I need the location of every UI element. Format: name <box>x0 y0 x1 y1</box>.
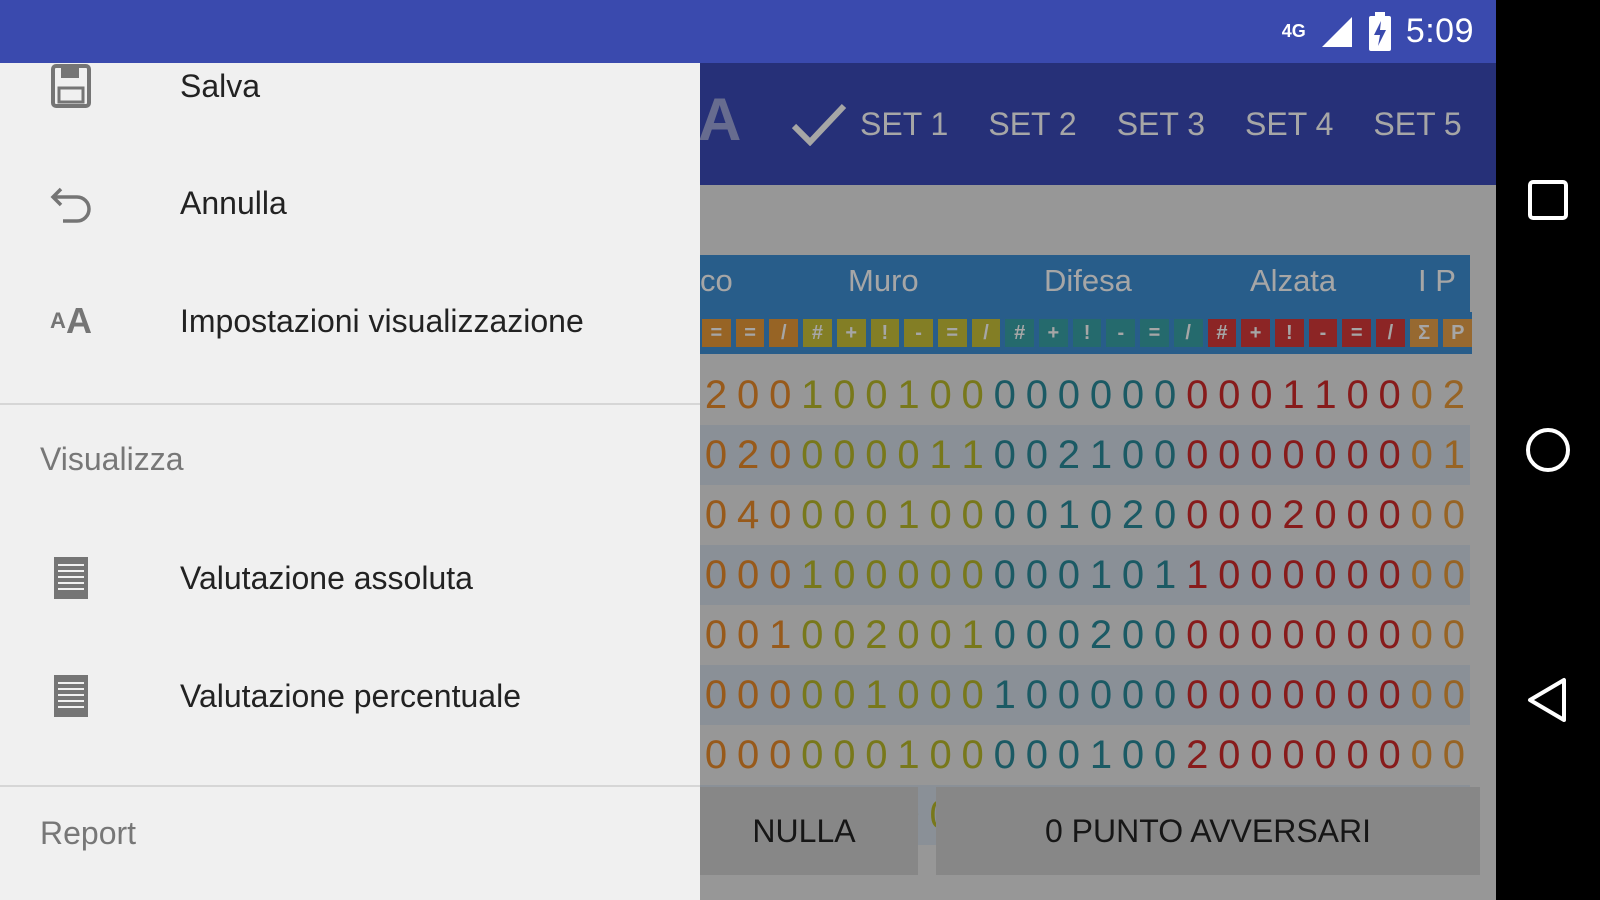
section-header-report: Report <box>40 815 137 851</box>
home-button[interactable] <box>1518 420 1578 480</box>
drawer-item-label: Impostazioni visualizzazione <box>180 302 584 339</box>
drawer-item-label: Salva <box>180 67 261 104</box>
circle-icon <box>1526 428 1570 472</box>
status-icons: 4G 5:09 <box>1282 0 1474 63</box>
section-header-visualizza: Visualizza <box>40 441 184 477</box>
drawer-item-valutazione-percentuale[interactable]: Valutazione percentuale <box>0 651 700 741</box>
drawer-item-label: Annulla <box>180 184 287 221</box>
signal-icon <box>1321 16 1352 47</box>
drawer-divider <box>0 403 700 405</box>
text-size-icon: AA <box>50 300 92 341</box>
clock: 5:09 <box>1405 12 1474 50</box>
document-icon <box>48 673 94 719</box>
network-type-label: 4G <box>1281 21 1306 41</box>
drawer-item-impostazioni-visualizzazione[interactable]: AA Impostazioni visualizzazione <box>0 276 700 366</box>
undo-icon <box>48 180 94 226</box>
square-icon <box>1528 180 1568 220</box>
app-area: A SET 1 SET 2 SET 3 SET 4 SET 5 co Muro … <box>0 63 1496 900</box>
navigation-drawer: Salva Annulla AA Impostazioni visualizza… <box>0 63 700 900</box>
triangle-back-icon <box>1528 678 1566 722</box>
drawer-item-label: Valutazione assoluta <box>180 559 473 596</box>
battery-icon <box>1368 11 1391 51</box>
back-button[interactable] <box>1518 670 1578 730</box>
drawer-item-valutazione-assoluta[interactable]: Valutazione assoluta <box>0 533 700 623</box>
drawer-item-label: Valutazione percentuale <box>180 677 521 714</box>
recents-button[interactable] <box>1518 170 1578 230</box>
document-icon <box>48 555 94 601</box>
drawer-divider <box>0 785 700 787</box>
save-icon <box>48 63 94 109</box>
drawer-item-annulla[interactable]: Annulla <box>0 158 700 248</box>
app-screen: 4G 5:09 A SET 1 SET 2 SET 3 SET 4 SET 5 <box>0 0 1496 900</box>
system-navigation-bar <box>1496 0 1600 900</box>
drawer-item-salva[interactable]: Salva <box>0 41 700 131</box>
